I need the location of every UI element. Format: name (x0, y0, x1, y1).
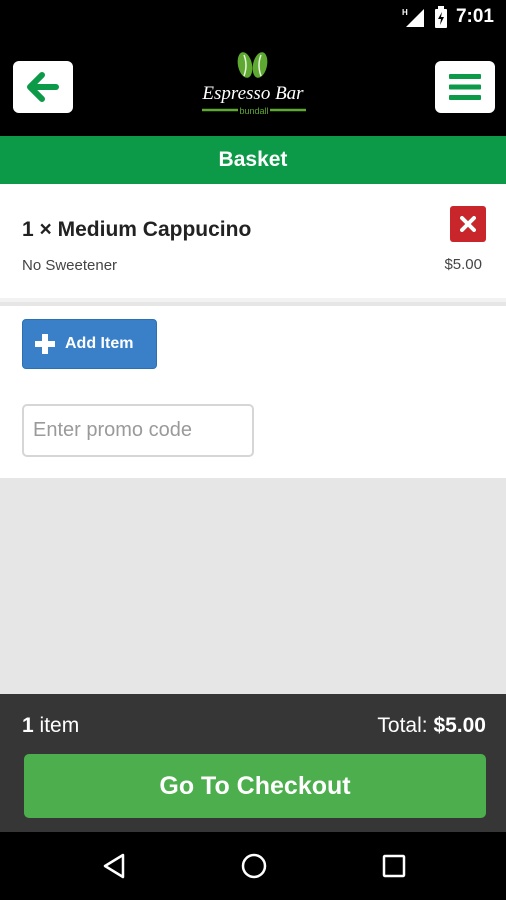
status-icons: H 7:01 (402, 6, 494, 28)
item-count-word: item (39, 714, 80, 737)
battery-icon (434, 6, 447, 28)
arrow-left-icon (27, 72, 59, 102)
basket-actions: Add Item (0, 306, 506, 478)
page-title-bar: Basket (0, 136, 506, 184)
basket-footer: 1 item Total: $5.00 Go To Checkout (0, 694, 506, 832)
signal-icon: H (402, 8, 424, 27)
item-note: No Sweetener (22, 257, 118, 274)
total-value: $5.00 (433, 714, 486, 737)
system-nav-bar (0, 832, 506, 900)
svg-text:H: H (402, 8, 408, 17)
basket-item: 1 × Medium Cappucino No Sweetener $5.00 (0, 184, 506, 302)
item-count: 1 item (22, 714, 79, 738)
status-bar: H 7:01 (0, 0, 506, 36)
close-icon (460, 216, 476, 232)
item-title: 1 × Medium Cappucino (22, 218, 252, 241)
nav-back-button[interactable] (94, 848, 134, 884)
recents-square-icon (382, 854, 406, 878)
nav-home-button[interactable] (234, 848, 274, 884)
remove-item-button[interactable] (450, 206, 486, 242)
status-time: 7:01 (455, 6, 494, 27)
add-item-button[interactable]: Add Item (22, 319, 157, 369)
checkout-label: Go To Checkout (159, 771, 351, 800)
app-header: Espresso Bar bundall (0, 36, 506, 136)
nav-recents-button[interactable] (374, 848, 414, 884)
home-circle-icon (241, 853, 267, 879)
logo-subtext: bundall (239, 106, 268, 116)
app-screen: H 7:01 Espresso Bar bundall Basket 1 × M… (0, 0, 506, 900)
item-count-number: 1 (22, 714, 34, 737)
back-triangle-icon (103, 853, 125, 879)
page-title: Basket (218, 148, 288, 171)
plus-icon (35, 334, 55, 354)
add-item-label: Add Item (65, 335, 134, 352)
item-price: $5.00 (444, 256, 482, 273)
basket-total: Total: $5.00 (377, 714, 486, 738)
checkout-button[interactable]: Go To Checkout (24, 754, 486, 818)
total-label: Total: (377, 714, 428, 737)
logo-text: Espresso Bar (201, 83, 304, 104)
hamburger-menu-icon (449, 74, 481, 100)
promo-code-input[interactable] (22, 404, 254, 457)
back-button[interactable] (13, 61, 73, 113)
espresso-bar-logo: Espresso Bar bundall (201, 52, 306, 116)
menu-button[interactable] (435, 61, 495, 113)
